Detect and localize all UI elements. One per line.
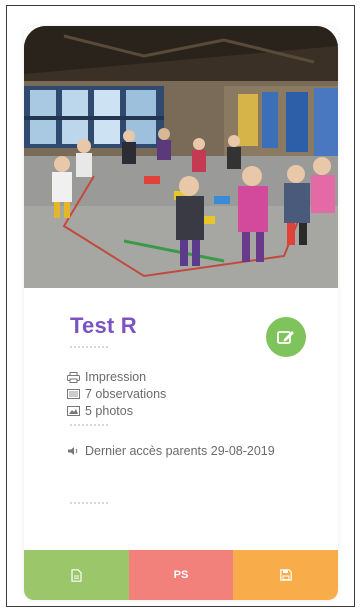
save-button[interactable] — [233, 550, 338, 600]
divider — [70, 424, 108, 428]
divider — [70, 502, 108, 506]
printer-icon — [67, 371, 81, 383]
student-card: Test R Impression 7 observations 5 photo… — [24, 26, 338, 600]
class-photo-image — [24, 26, 338, 288]
photos-row: 5 photos — [67, 404, 133, 418]
edit-button[interactable] — [266, 317, 306, 357]
edit-icon — [277, 331, 294, 344]
class-photo[interactable] — [24, 26, 338, 288]
divider — [70, 346, 108, 350]
observations-count: 7 observations — [85, 387, 167, 401]
observations-icon — [67, 388, 81, 400]
print-label: Impression — [85, 370, 147, 384]
observations-row: 7 observations — [67, 387, 166, 401]
action-bar: PS — [24, 550, 338, 600]
ps-label: PS — [173, 569, 189, 581]
student-name[interactable]: Test R — [70, 313, 137, 339]
print-row[interactable]: Impression — [67, 370, 146, 384]
document-icon — [71, 568, 82, 582]
last-access-text: Dernier accès parents 29-08-2019 — [85, 444, 275, 458]
speaker-icon — [67, 445, 81, 457]
last-access-row: Dernier accès parents 29-08-2019 — [67, 444, 275, 458]
pdf-button[interactable] — [24, 550, 129, 600]
card-info: Test R Impression 7 observations 5 photo… — [24, 288, 338, 572]
save-icon — [279, 569, 292, 581]
image-icon — [67, 405, 81, 417]
photos-count: 5 photos — [85, 404, 133, 418]
ps-button[interactable]: PS — [128, 550, 234, 600]
